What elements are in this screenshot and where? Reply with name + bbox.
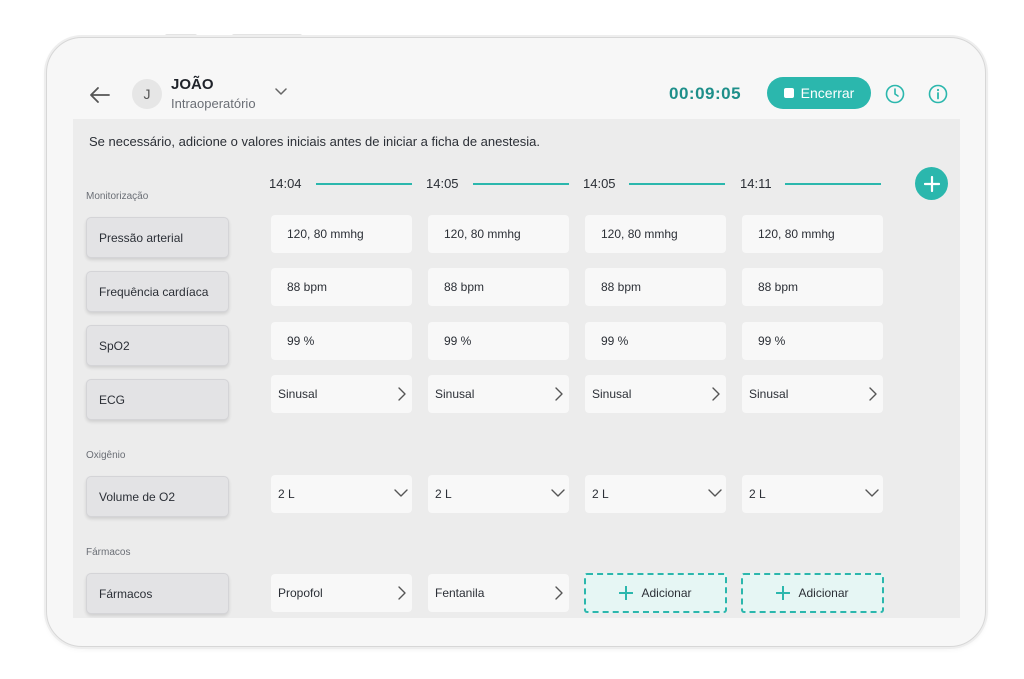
chevron-down-icon[interactable] — [275, 88, 287, 96]
chevron-down-icon — [394, 489, 408, 497]
ecg-cell-value: Sinusal — [278, 387, 318, 401]
row-label-heart-rate[interactable]: Frequência cardíaca — [86, 271, 229, 312]
section-label-oxygen: Oxigênio — [86, 450, 126, 461]
drug-cell-value: Fentanila — [435, 586, 485, 600]
o2-volume-value: 2 L — [749, 487, 766, 501]
clock-history-icon[interactable] — [885, 84, 905, 104]
row-label-o2-volume[interactable]: Volume de O2 — [86, 476, 229, 517]
ecg-cell[interactable]: Sinusal — [585, 375, 726, 413]
o2-volume-select[interactable]: 2 L — [585, 475, 726, 513]
stop-icon — [783, 88, 794, 98]
add-drug-button[interactable]: Adicionar — [584, 573, 727, 613]
patient-name: JOÃO — [171, 76, 214, 93]
drug-cell[interactable]: Propofol — [271, 574, 412, 612]
spo2-cell[interactable]: 99 % — [271, 322, 412, 360]
section-label-monitoring: Monitorização — [86, 191, 149, 202]
time-label: 14:11 — [740, 176, 772, 191]
end-button-label: Encerrar — [800, 85, 855, 101]
screen: J JOÃO Intraoperatório 00:09:05 Encerrar… — [73, 60, 960, 618]
ecg-cell-value: Sinusal — [435, 387, 475, 401]
chevron-down-icon — [865, 489, 879, 497]
chevron-down-icon — [708, 489, 722, 497]
timeline-line — [316, 183, 412, 185]
avatar: J — [132, 79, 162, 109]
ecg-cell-value: Sinusal — [749, 387, 789, 401]
ecg-cell[interactable]: Sinusal — [428, 375, 569, 413]
blood-pressure-cell[interactable]: 120, 80 mmhg — [585, 215, 726, 253]
time-label: 14:05 — [426, 176, 459, 191]
elapsed-timer: 00:09:05 — [669, 84, 742, 103]
heart-rate-cell[interactable]: 88 bpm — [428, 268, 569, 306]
chevron-down-icon — [551, 489, 565, 497]
chevron-right-icon — [869, 387, 877, 401]
add-drug-label: Adicionar — [641, 586, 692, 600]
blood-pressure-cell[interactable]: 120, 80 mmhg — [271, 215, 412, 253]
chevron-right-icon — [555, 387, 563, 401]
timeline-line — [785, 183, 881, 185]
app-header: J JOÃO Intraoperatório 00:09:05 Encerrar — [73, 60, 960, 119]
blood-pressure-cell[interactable]: 120, 80 mmhg — [742, 215, 883, 253]
o2-volume-value: 2 L — [592, 487, 609, 501]
patient-phase: Intraoperatório — [171, 96, 256, 111]
row-label-blood-pressure[interactable]: Pressão arterial — [86, 217, 229, 258]
o2-volume-select[interactable]: 2 L — [428, 475, 569, 513]
add-drug-label: Adicionar — [798, 586, 849, 600]
drug-cell[interactable]: Fentanila — [428, 574, 569, 612]
row-label-ecg[interactable]: ECG — [86, 379, 229, 420]
hint-text: Se necessário, adicione o valores inicia… — [89, 134, 540, 149]
time-label: 14:04 — [269, 176, 302, 191]
plus-icon — [776, 586, 791, 600]
spo2-cell[interactable]: 99 % — [585, 322, 726, 360]
chevron-right-icon — [712, 387, 720, 401]
ecg-cell-value: Sinusal — [592, 387, 632, 401]
row-label-spo2[interactable]: SpO2 — [86, 325, 229, 366]
chevron-right-icon — [555, 586, 563, 600]
add-time-column-button[interactable] — [915, 167, 948, 200]
heart-rate-cell[interactable]: 88 bpm — [271, 268, 412, 306]
ecg-cell[interactable]: Sinusal — [742, 375, 883, 413]
add-drug-button[interactable]: Adicionar — [741, 573, 884, 613]
chevron-right-icon — [398, 387, 406, 401]
drug-cell-value: Propofol — [278, 586, 323, 600]
section-label-drugs: Fármacos — [86, 547, 131, 558]
row-label-drugs[interactable]: Fármacos — [86, 573, 229, 614]
plus-icon — [619, 586, 634, 600]
end-button[interactable]: Encerrar — [767, 77, 871, 109]
blood-pressure-cell[interactable]: 120, 80 mmhg — [428, 215, 569, 253]
arrow-left-icon[interactable] — [89, 86, 111, 104]
timeline-line — [473, 183, 569, 185]
chevron-right-icon — [398, 586, 406, 600]
time-label: 14:05 — [583, 176, 616, 191]
ecg-cell[interactable]: Sinusal — [271, 375, 412, 413]
o2-volume-select[interactable]: 2 L — [742, 475, 883, 513]
o2-volume-value: 2 L — [435, 487, 452, 501]
timeline-line — [629, 183, 725, 185]
plus-icon — [923, 175, 940, 192]
info-icon[interactable] — [928, 84, 948, 104]
heart-rate-cell[interactable]: 88 bpm — [742, 268, 883, 306]
spo2-cell[interactable]: 99 % — [428, 322, 569, 360]
o2-volume-select[interactable]: 2 L — [271, 475, 412, 513]
o2-volume-value: 2 L — [278, 487, 295, 501]
spo2-cell[interactable]: 99 % — [742, 322, 883, 360]
heart-rate-cell[interactable]: 88 bpm — [585, 268, 726, 306]
